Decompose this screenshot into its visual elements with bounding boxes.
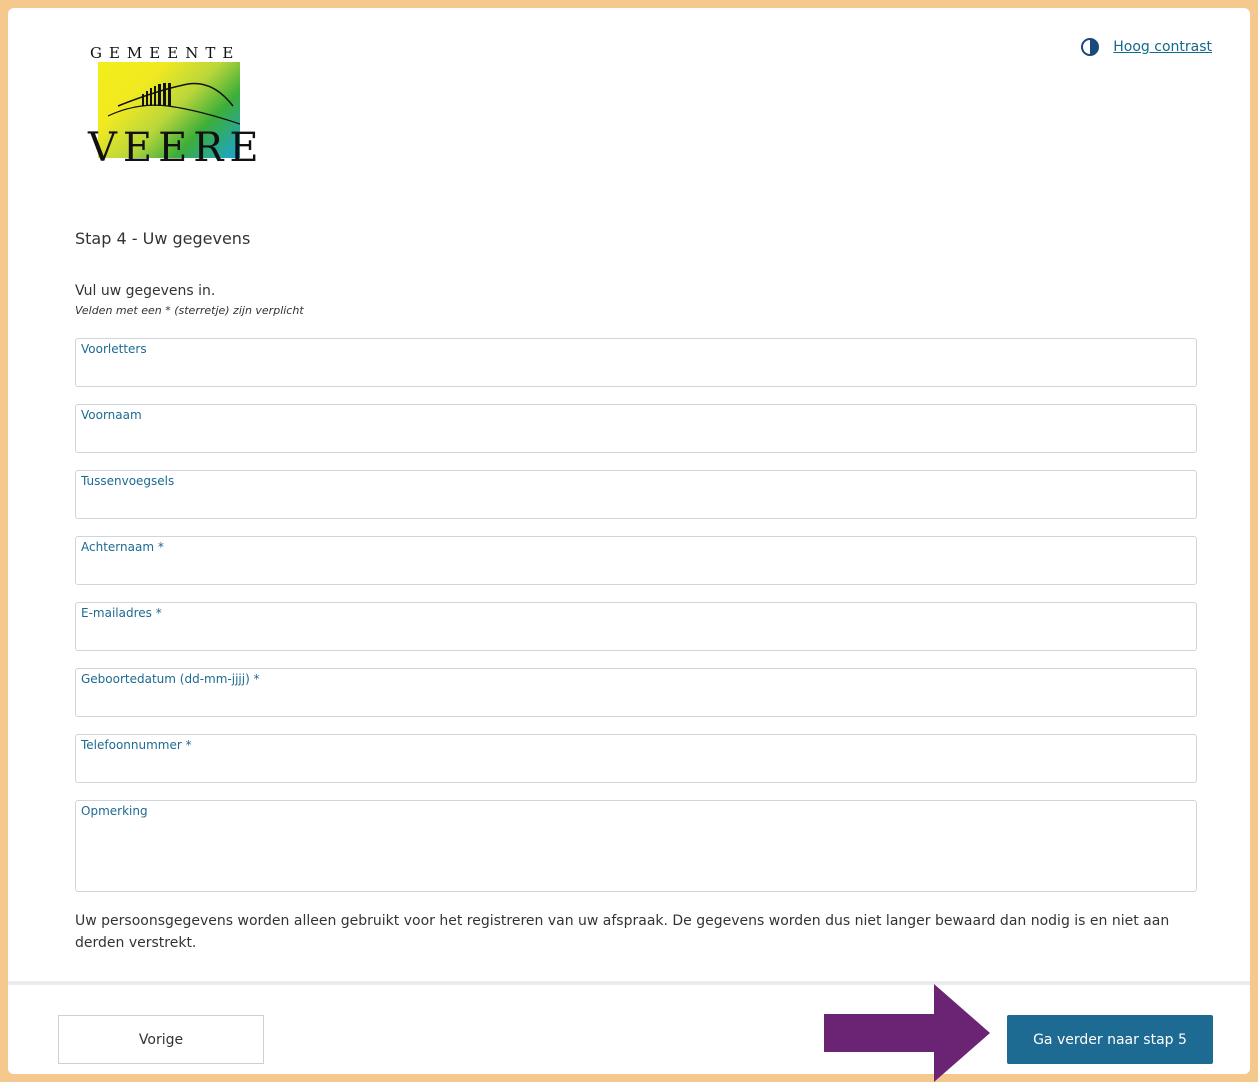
telefoonnummer-field[interactable]: Telefoonnummer * bbox=[75, 734, 1197, 783]
next-step-button[interactable]: Ga verder naar stap 5 bbox=[1007, 1015, 1213, 1064]
email-field[interactable]: E-mailadres * bbox=[75, 602, 1197, 651]
contrast-icon bbox=[1081, 38, 1100, 56]
geboortedatum-input[interactable] bbox=[81, 690, 1191, 712]
voorletters-input[interactable] bbox=[81, 360, 1191, 382]
arrow-right-icon bbox=[824, 984, 990, 1082]
telefoonnummer-input[interactable] bbox=[81, 756, 1191, 778]
voorletters-field[interactable]: Voorletters bbox=[75, 338, 1197, 387]
logo-top-text: GEMEENTE bbox=[90, 44, 241, 62]
high-contrast-toggle[interactable]: Hoog contrast bbox=[1081, 38, 1212, 56]
previous-button[interactable]: Vorige bbox=[58, 1015, 264, 1064]
achternaam-input[interactable] bbox=[81, 558, 1191, 580]
tussenvoegsels-input[interactable] bbox=[81, 492, 1191, 514]
step-title: Stap 4 - Uw gegevens bbox=[75, 229, 251, 248]
voorletters-label: Voorletters bbox=[81, 342, 147, 356]
privacy-notice: Uw persoonsgegevens worden alleen gebrui… bbox=[75, 913, 1170, 951]
high-contrast-link[interactable]: Hoog contrast bbox=[1113, 39, 1212, 55]
main-panel: GEMEENTE VEERE Hoog contrast Stap 4 - Uw… bbox=[8, 8, 1250, 1074]
opmerking-label: Opmerking bbox=[81, 804, 148, 818]
voornaam-field[interactable]: Voornaam bbox=[75, 404, 1197, 453]
geboortedatum-label: Geboortedatum (dd-mm-jjjj) * bbox=[81, 672, 260, 686]
gemeente-veere-logo: GEMEENTE VEERE bbox=[88, 44, 259, 174]
required-fields-note: Velden met een * (sterretje) zijn verpli… bbox=[75, 304, 304, 317]
tussenvoegsels-field[interactable]: Tussenvoegsels bbox=[75, 470, 1197, 519]
email-input[interactable] bbox=[81, 624, 1191, 646]
geboortedatum-field[interactable]: Geboortedatum (dd-mm-jjjj) * bbox=[75, 668, 1197, 717]
achternaam-field[interactable]: Achternaam * bbox=[75, 536, 1197, 585]
opmerking-field[interactable]: Opmerking bbox=[75, 800, 1197, 892]
telefoonnummer-label: Telefoonnummer * bbox=[81, 738, 192, 752]
form-intro: Vul uw gegevens in. bbox=[75, 283, 216, 299]
voornaam-input[interactable] bbox=[81, 426, 1191, 448]
voornaam-label: Voornaam bbox=[81, 408, 142, 422]
opmerking-textarea[interactable] bbox=[81, 823, 1191, 887]
form-footer: Vorige Ga verder naar stap 5 bbox=[8, 981, 1250, 1074]
logo-bottom-text: VEERE bbox=[88, 125, 265, 171]
achternaam-label: Achternaam * bbox=[81, 540, 164, 554]
email-label: E-mailadres * bbox=[81, 606, 162, 620]
tussenvoegsels-label: Tussenvoegsels bbox=[81, 474, 175, 488]
